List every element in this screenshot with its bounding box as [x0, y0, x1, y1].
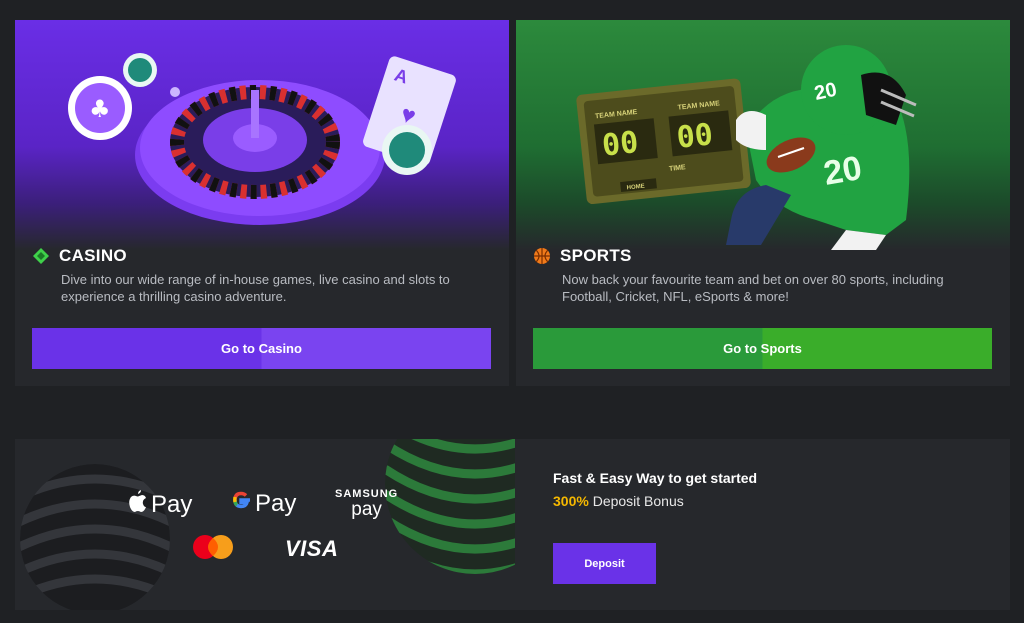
bonus-percent: 300% [553, 493, 589, 509]
google-pay-logo: Pay [230, 489, 296, 518]
helmet-number: 20 [812, 79, 838, 105]
scoreboard-score-right: 00 [675, 117, 715, 156]
apple-pay-logo: Pay [128, 489, 192, 520]
sports-card[interactable]: TEAM NAME TEAM NAME 00 00 TIME HOME 20 2… [516, 20, 1010, 386]
svg-text:♣: ♣ [89, 95, 111, 123]
sports-title: SPORTS [560, 246, 632, 265]
basketball-icon [533, 247, 551, 265]
scoreboard-score-left: 00 [600, 125, 640, 164]
apple-pay-text: Pay [151, 490, 193, 518]
apple-icon [128, 489, 148, 520]
visa-logo: VISA [285, 536, 339, 561]
promo-headline: Fast & Easy Way to get started [553, 470, 758, 486]
google-pay-text: Pay [255, 489, 297, 517]
sports-hero-image: TEAM NAME TEAM NAME 00 00 TIME HOME 20 2… [516, 20, 1010, 250]
samsung-pay-bottom: pay [351, 499, 382, 520]
casino-title: CASINO [59, 246, 127, 265]
samsung-pay-logo: SAMSUNG pay [335, 488, 398, 519]
casino-icon [32, 247, 50, 265]
go-to-casino-button[interactable]: Go to Casino [32, 328, 491, 369]
banner-decoration [20, 439, 1010, 610]
sports-description: Now back your favourite team and bet on … [562, 272, 944, 304]
casino-description: Dive into our wide range of in-house gam… [61, 272, 450, 304]
go-to-sports-button[interactable]: Go to Sports [533, 328, 992, 369]
promo-bonus: 300% Deposit Bonus [553, 493, 684, 509]
jersey-number: 20 [821, 149, 865, 193]
payment-banner: Pay Pay SAMSUNG pay VISA Fast & Easy Way… [15, 439, 1010, 610]
google-g-icon [230, 489, 252, 518]
bonus-text: Deposit Bonus [588, 493, 684, 509]
casino-hero-image: A ♥ ♣ [15, 20, 509, 250]
deposit-button[interactable]: Deposit [553, 543, 656, 584]
casino-card[interactable]: A ♥ ♣ CASINO Dive into our wide range of… [15, 20, 509, 386]
mastercard-logo [191, 534, 235, 560]
